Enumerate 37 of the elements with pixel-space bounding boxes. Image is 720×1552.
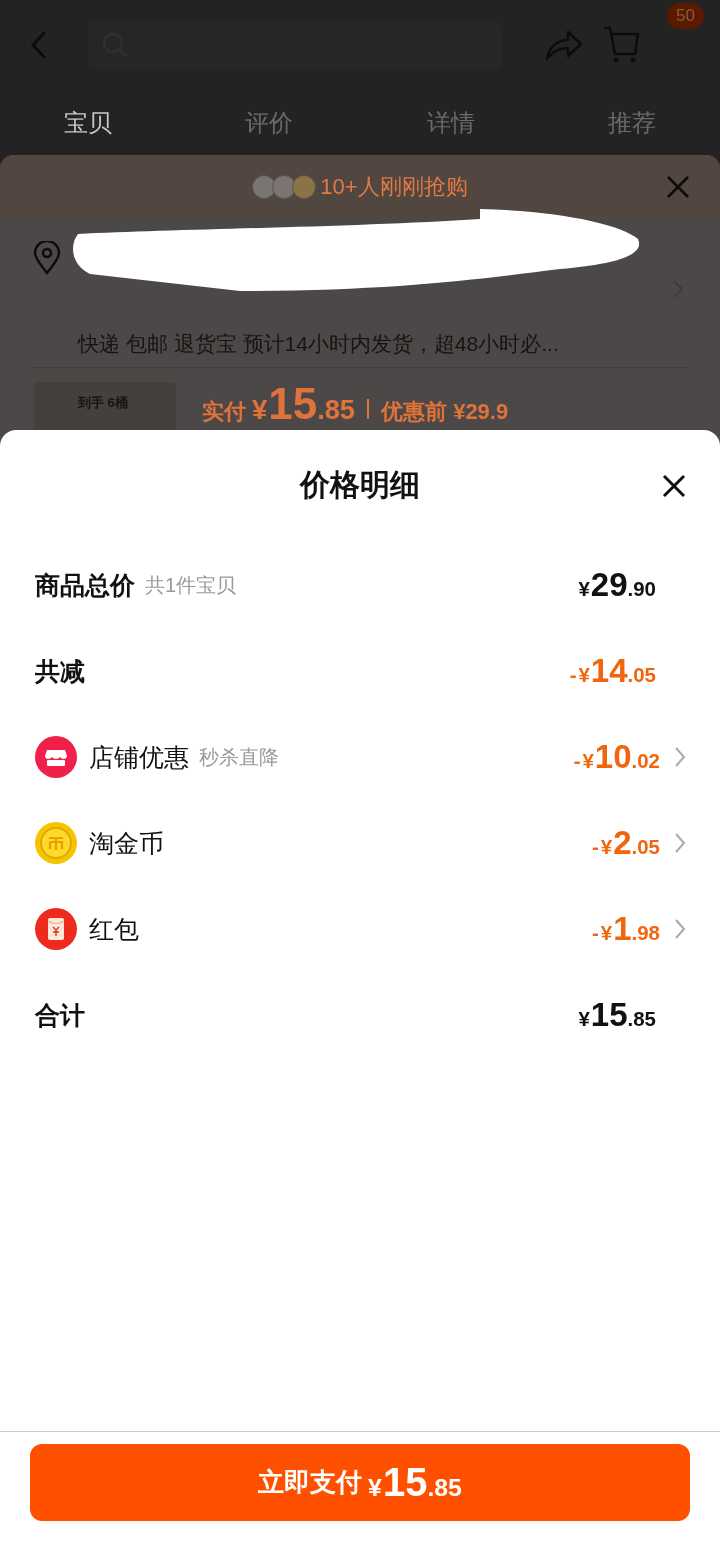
social-proof-text: 10+人刚刚抢购 xyxy=(320,173,468,201)
paid-price: ¥15.85 xyxy=(252,384,356,430)
cart-icon[interactable] xyxy=(602,25,642,65)
row-amount: ¥15.85 xyxy=(578,996,656,1034)
sheet-title: 价格明细 xyxy=(300,466,420,503)
cart-badge: 50 xyxy=(667,3,704,29)
share-icon[interactable] xyxy=(544,28,584,62)
row-amount: -¥1.98 xyxy=(592,910,660,948)
avatar-icon xyxy=(292,175,317,199)
row-label: 红包 xyxy=(89,913,139,945)
row-amount: -¥10.02 xyxy=(573,738,660,776)
original-price: 优惠前 ¥29.9 xyxy=(381,398,509,426)
row-amount: ¥29.90 xyxy=(578,566,656,604)
chevron-right-icon[interactable] xyxy=(674,918,686,940)
chevron-right-icon[interactable] xyxy=(674,832,686,854)
row-amount: -¥2.05 xyxy=(592,824,660,862)
row-label: 商品总价 xyxy=(35,569,135,601)
row-label: 共减 xyxy=(35,655,85,687)
row-note: 秒杀直降 xyxy=(199,744,279,770)
pay-button[interactable]: 立即支付 ¥15.85 xyxy=(30,1444,690,1521)
row-label: 合计 xyxy=(35,999,85,1031)
tab[interactable]: 详情 xyxy=(426,106,475,139)
envelope-icon xyxy=(35,908,77,950)
tab[interactable]: 评价 xyxy=(245,106,294,139)
location-pin-icon xyxy=(32,241,62,275)
row-label: 店铺优惠 xyxy=(89,741,189,773)
tab[interactable]: 宝贝 xyxy=(64,106,112,139)
chevron-right-icon[interactable] xyxy=(674,746,686,768)
paid-label: 实付 xyxy=(202,398,246,426)
row-label: 淘金币 xyxy=(89,827,164,859)
close-icon[interactable] xyxy=(662,474,686,498)
back-icon[interactable] xyxy=(30,30,48,60)
row-note: 共1件宝贝 xyxy=(145,572,237,598)
tab[interactable]: 推荐 xyxy=(608,106,656,139)
coin-icon xyxy=(35,822,77,864)
row-amount: -¥14.05 xyxy=(569,652,656,690)
store-icon xyxy=(35,736,77,778)
